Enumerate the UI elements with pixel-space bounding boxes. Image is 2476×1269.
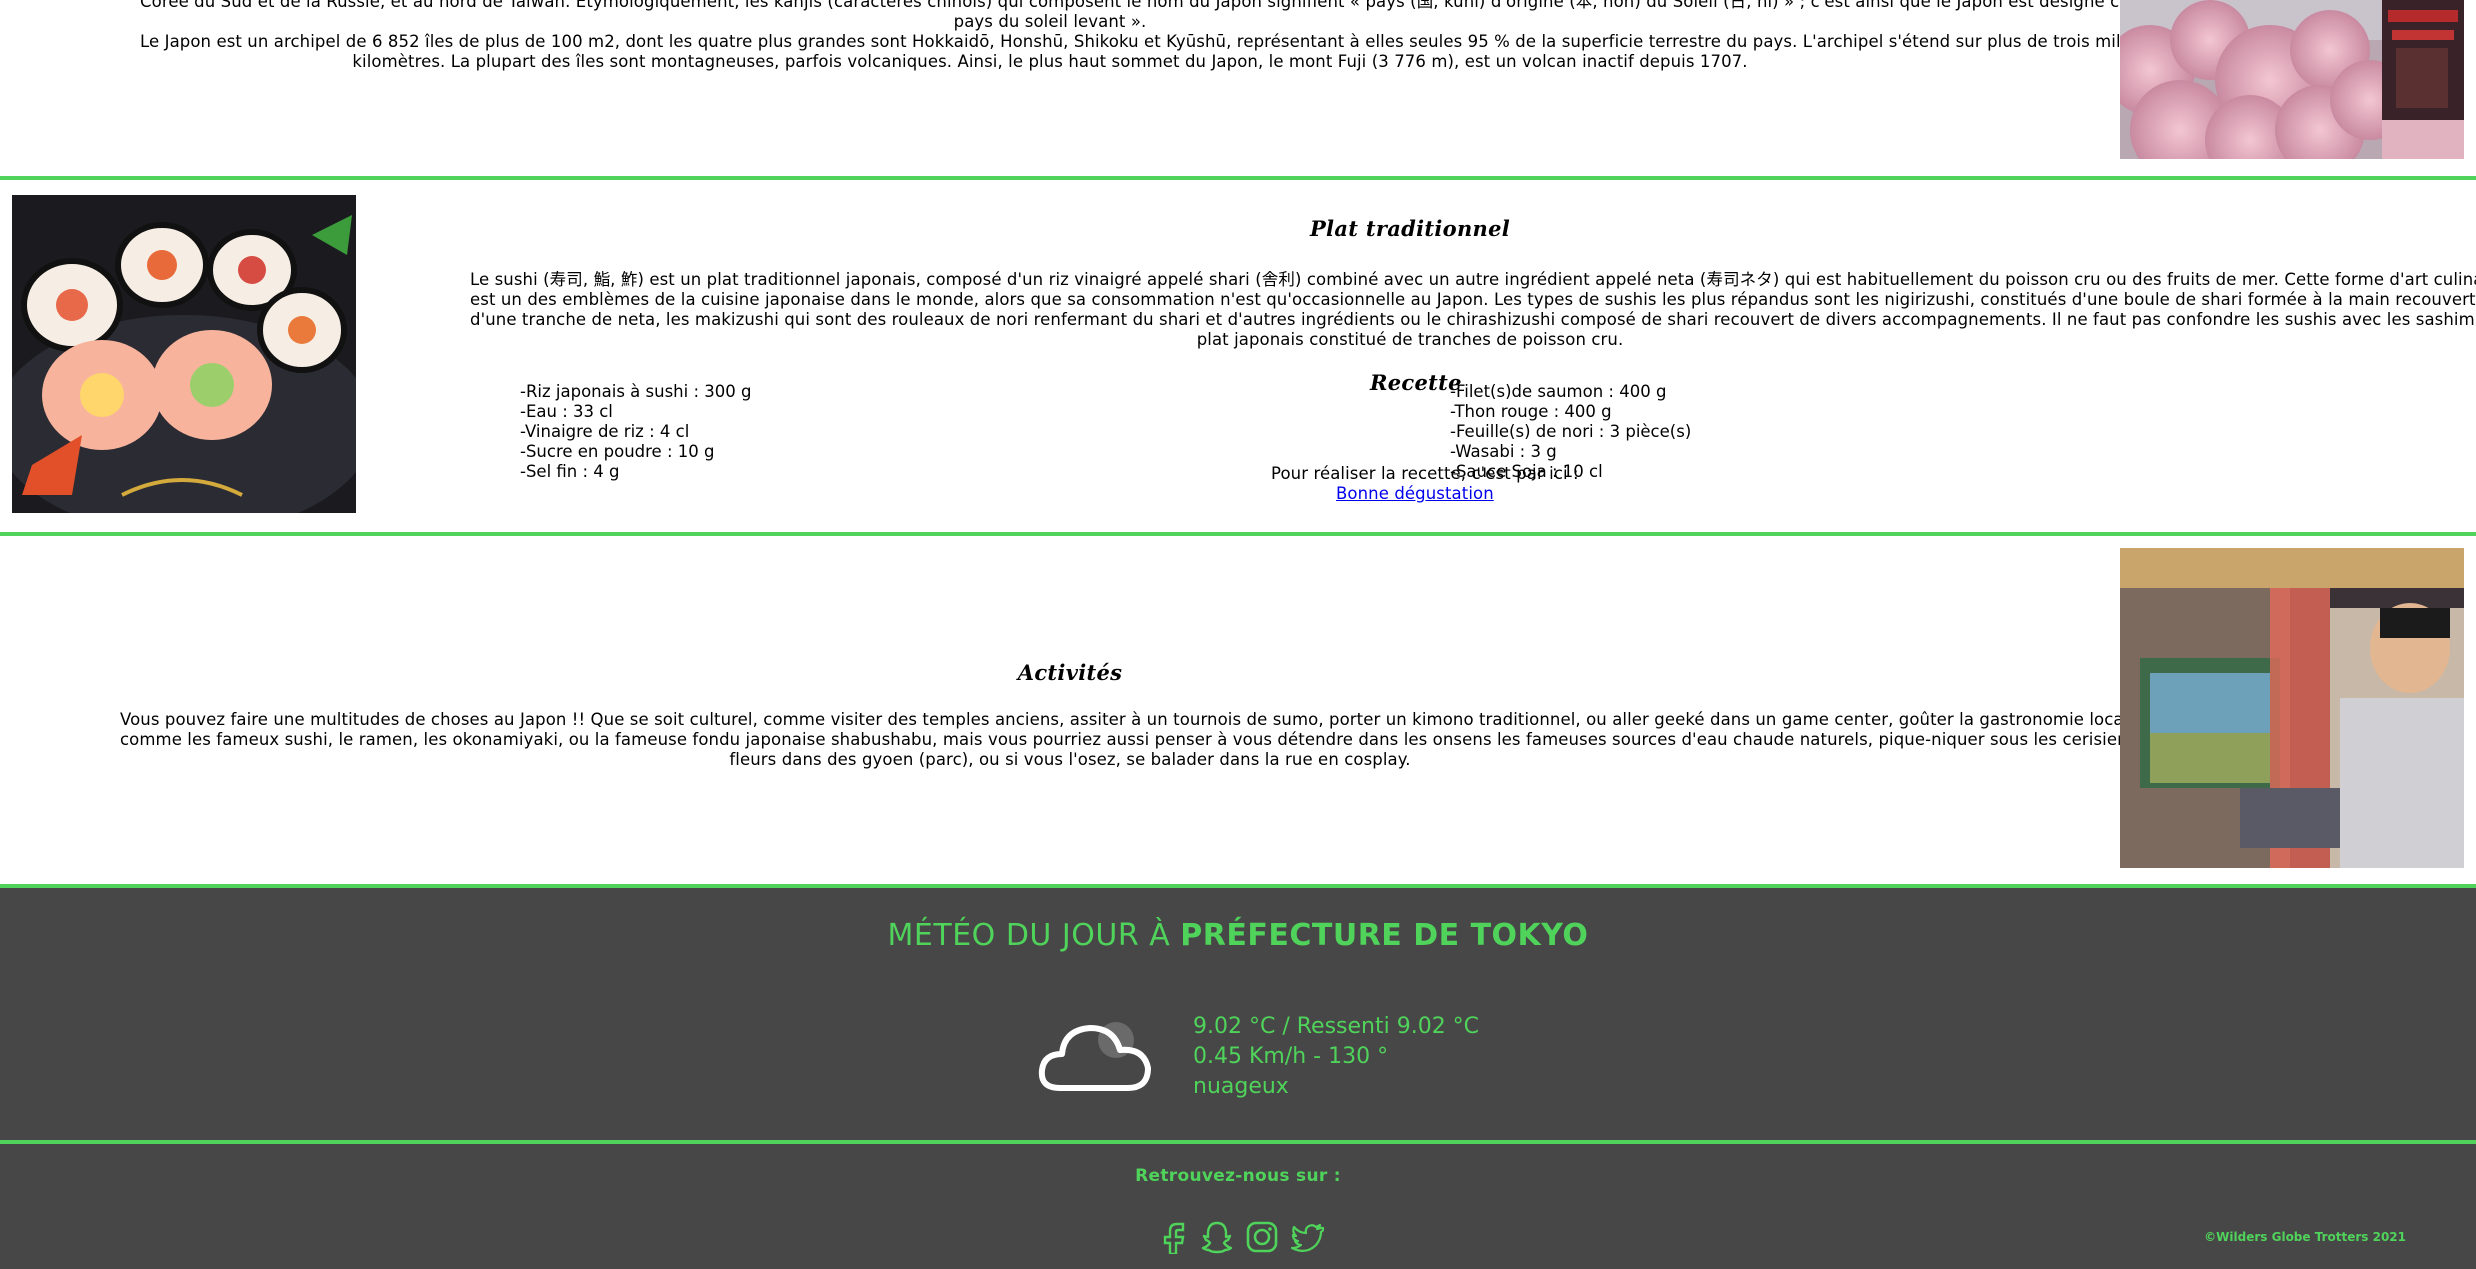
cloud-icon — [1036, 1012, 1156, 1098]
activites-line-1: Vous pouvez faire une multitudes de chos… — [120, 710, 2134, 729]
recette-text: Pour réaliser la recette, c'est par ici … — [1271, 464, 1579, 483]
intro-line-1: Corée du Sud et de la Russie, et au nord… — [140, 0, 2208, 11]
ingredient-item: -Thon rouge : 400 g — [1450, 402, 1612, 421]
footer-copyright: ©Wilders Globe Trotters 2021 — [2204, 1230, 2406, 1244]
plat-line-2: est un des emblèmes de la cuisine japona… — [470, 290, 2476, 309]
intro-section: Corée du Sud et de la Russie, et au nord… — [0, 0, 2476, 176]
sushi-photo — [12, 195, 356, 513]
meteo-city: PRÉFECTURE DE TOKYO — [1180, 918, 1589, 953]
activites-description: Vous pouvez faire une multitudes de chos… — [120, 710, 2159, 770]
intro-text: Corée du Sud et de la Russie, et au nord… — [140, 0, 2208, 72]
footer: Retrouvez-nous sur : ©Wilders Globe Trot… — [0, 1144, 2476, 1269]
plat-title: Plat traditionnel — [1309, 216, 1511, 241]
cherry-blossom-image — [2120, 0, 2464, 159]
snapchat-icon[interactable] — [1200, 1220, 1234, 1258]
intro-line-4: kilomètres. La plupart des îles sont mon… — [352, 52, 1748, 71]
activites-line-2: comme les fameux sushi, le ramen, les ok… — [120, 730, 2159, 749]
sushi-image — [12, 195, 356, 513]
facebook-icon[interactable] — [1159, 1220, 1189, 1258]
activites-line-3: fleurs dans des gyoen (parc), ou si vous… — [729, 750, 1411, 769]
meteo-wind: 0.45 Km/h - 130 ° — [1193, 1044, 1389, 1069]
intro-line-3: Le Japon est un archipel de 6 852 îles d… — [140, 32, 2136, 51]
plat-line-3: d'une tranche de neta, les makizushi qui… — [470, 310, 2476, 329]
plat-line-4: plat japonais constitué de tranches de p… — [1196, 330, 1624, 349]
plat-description: Le sushi (寿司, 鮨, 鮓) est un plat traditio… — [470, 270, 2476, 350]
meteo-temperature: 9.02 °C / Ressenti 9.02 °C — [1193, 1014, 1480, 1039]
plat-section: Plat traditionnel Le sushi (寿司, 鮨, 鮓) es… — [0, 180, 2476, 532]
cherry-blossom-photo — [2120, 0, 2464, 159]
meteo-section: MÉTÉO DU JOUR À PRÉFECTURE DE TOKYO 9.02… — [0, 888, 2476, 1140]
meteo-title: MÉTÉO DU JOUR À PRÉFECTURE DE TOKYO — [0, 918, 2476, 953]
ingredient-item: -Wasabi : 3 g — [1450, 442, 1557, 461]
ingredient-item: -Vinaigre de riz : 4 cl — [520, 422, 690, 441]
activites-title: Activités — [1017, 660, 1123, 685]
social-links — [1156, 1220, 1327, 1256]
activites-section: Activités Vous pouvez faire une multitud… — [0, 536, 2476, 884]
twitter-icon[interactable] — [1290, 1220, 1326, 1258]
recette-link[interactable]: Bonne dégustation — [1336, 484, 1494, 503]
footer-follow: Retrouvez-nous sur : — [1135, 1166, 1341, 1186]
ingredient-item: -Feuille(s) de nori : 3 pièce(s) — [1450, 422, 1692, 441]
instagram-icon[interactable] — [1245, 1220, 1279, 1258]
game-center-image — [2120, 548, 2464, 868]
meteo-details: 9.02 °C / Ressenti 9.02 °C 0.45 Km/h - 1… — [1193, 1012, 1479, 1102]
plat-line-1: Le sushi (寿司, 鮨, 鮓) est un plat traditio… — [470, 270, 2476, 289]
ingredient-item: -Filet(s)de saumon : 400 g — [1450, 382, 1667, 401]
recette-title: Recette — [1370, 370, 1462, 395]
game-center-photo — [2120, 548, 2464, 868]
meteo-description: nuageux — [1193, 1074, 1289, 1099]
meteo-title-prefix: MÉTÉO DU JOUR À — [887, 918, 1171, 953]
ingredient-item: -Eau : 33 cl — [520, 402, 613, 421]
ingredient-item: -Sel fin : 4 g — [520, 462, 620, 481]
ingredient-item: -Sucre en poudre : 10 g — [520, 442, 715, 461]
ingredients-left: -Riz japonais à sushi : 300 g -Eau : 33 … — [520, 382, 751, 482]
ingredient-item: -Riz japonais à sushi : 300 g — [520, 382, 752, 401]
intro-line-2: pays du soleil levant ». — [953, 12, 1147, 31]
recette-link-wrap: Bonne dégustation — [1336, 484, 1494, 504]
